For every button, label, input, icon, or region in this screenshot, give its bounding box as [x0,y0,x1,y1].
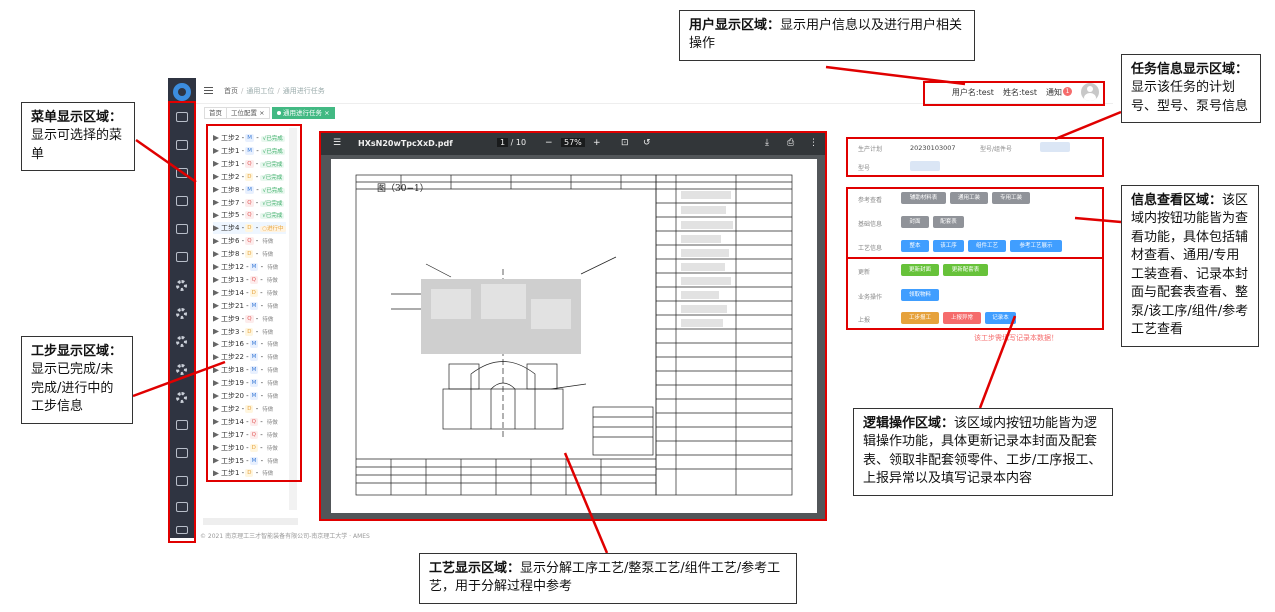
horizontal-scrollbar[interactable] [203,518,298,525]
tab-home[interactable]: 首页 [204,107,227,119]
user-area-highlight [923,81,1105,106]
logo-icon [173,83,191,101]
tab-station-config[interactable]: 工位配置 × [226,107,270,119]
record-warning: 该工步需填写记录本数据！ [974,334,1058,342]
breadcrumb: 首页 / 通用工位 / 通用进行任务 [224,87,325,95]
callout-logic-area: 逻辑操作区域：该区域内按钮功能皆为逻辑操作功能，具体更新记录本封面及配套表、领取… [853,408,1113,496]
hamburger-icon[interactable] [204,87,213,94]
annotated-screenshot: { "app": { "breadcrumb": ["首页", "通用工位", … [0,0,1275,612]
callout-task-area: 任务信息显示区域：显示该任务的计划号、型号、泵号信息 [1121,54,1261,124]
process-area-highlight [319,131,827,521]
footer: © 2021 南京理工三才智能装备有限公司-南京理工大学 · AMES [200,533,370,540]
callout-process-area: 工艺显示区域：显示分解工序工艺/整泵工艺/组件工艺/参考工艺，用于分解过程中参考 [419,553,797,604]
tab-active-task[interactable]: 通用进行任务 × [272,107,335,119]
tabs-bar: 首页 工位配置 × 通用进行任务 × [196,105,1113,121]
callout-info-area: 信息查看区域：该区域内按钮功能皆为查看功能，具体包括辅材查看、通用/专用工装查看… [1121,185,1259,347]
breadcrumb-current: 通用进行任务 [282,87,325,95]
step-area-highlight [206,124,302,482]
breadcrumb-home[interactable]: 首页 [224,87,238,95]
callout-user-area: 用户显示区域：显示用户信息以及进行用户相关操作 [679,10,975,61]
callout-menu-area: 菜单显示区域：显示可选择的菜单 [21,102,135,172]
logic-area-highlight [846,257,1104,330]
breadcrumb-station[interactable]: 通用工位 [246,87,274,95]
menu-area-highlight [168,101,196,543]
callout-step-area: 工步显示区域：显示已完成/未完成/进行中的工步信息 [21,336,133,424]
task-area-highlight [846,137,1104,177]
info-area-highlight [846,187,1104,259]
